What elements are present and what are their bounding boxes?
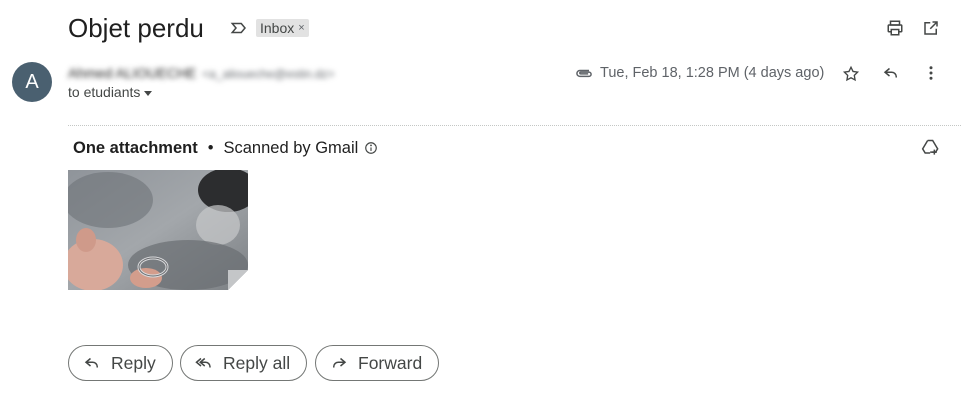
forward-button[interactable]: Forward bbox=[315, 345, 440, 381]
star-outline-icon[interactable] bbox=[840, 63, 862, 85]
sender-name: Ahmed ALIOUECHE bbox=[68, 65, 197, 81]
forward-button-label: Forward bbox=[358, 352, 423, 373]
reply-icon bbox=[83, 354, 101, 372]
sender-info[interactable]: Ahmed ALIOUECHE <a_alioueche@estin.dz> bbox=[68, 63, 335, 84]
remove-label-icon[interactable]: × bbox=[298, 19, 304, 37]
scanned-text: Scanned by Gmail bbox=[223, 138, 359, 157]
reply-icon[interactable] bbox=[880, 62, 902, 84]
email-meta: Tue, Feb 18, 1:28 PM (4 days ago) bbox=[574, 62, 824, 84]
reply-button-label: Reply bbox=[111, 352, 156, 373]
forward-icon bbox=[330, 354, 348, 372]
attachment-thumbnail[interactable] bbox=[68, 170, 248, 290]
recipients-toggle[interactable]: to etudiants bbox=[68, 82, 153, 102]
email-date: Tue, Feb 18, 1:28 PM (4 days ago) bbox=[600, 65, 825, 81]
reply-all-button-label: Reply all bbox=[223, 352, 291, 373]
section-divider bbox=[68, 125, 961, 126]
label-outline-icon[interactable] bbox=[230, 19, 248, 37]
paperclip-icon bbox=[574, 66, 594, 80]
add-to-drive-icon[interactable] bbox=[920, 137, 942, 159]
reply-all-button[interactable]: Reply all bbox=[180, 345, 308, 381]
reply-button[interactable]: Reply bbox=[68, 345, 173, 381]
chevron-down-icon bbox=[144, 90, 153, 96]
attachments-title: One attachment bbox=[73, 138, 198, 157]
more-vertical-icon[interactable] bbox=[920, 62, 942, 84]
sender-email: <a_alioueche@estin.dz> bbox=[202, 67, 335, 81]
sender-avatar[interactable]: A bbox=[12, 62, 52, 102]
print-icon[interactable] bbox=[884, 17, 906, 39]
inbox-label-chip[interactable]: Inbox × bbox=[256, 19, 309, 37]
recipients-text: to etudiants bbox=[68, 84, 141, 100]
separator-bullet: • bbox=[207, 138, 214, 157]
open-in-new-window-icon[interactable] bbox=[920, 17, 942, 39]
attachments-header: One attachment • Scanned by Gmail bbox=[73, 137, 378, 159]
reply-all-icon bbox=[195, 354, 213, 372]
info-icon[interactable] bbox=[364, 141, 378, 155]
inbox-label-text: Inbox bbox=[260, 20, 295, 36]
email-subject: Objet perdu bbox=[68, 13, 204, 43]
